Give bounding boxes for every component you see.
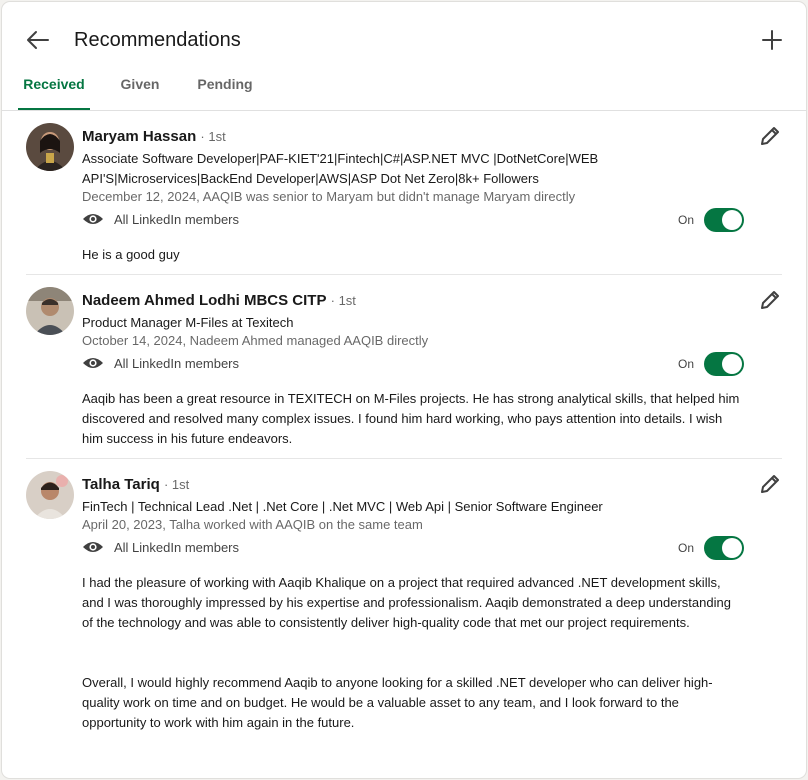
pencil-icon <box>761 127 779 145</box>
avatar[interactable] <box>26 123 74 171</box>
recommender-name[interactable]: Talha Tariq <box>82 476 160 493</box>
pencil-icon <box>761 291 779 309</box>
visibility-label: All LinkedIn members <box>114 211 239 227</box>
recommendation-meta: October 14, 2024, Nadeem Ahmed managed A… <box>82 333 429 348</box>
recommendation-text: He is a good guy <box>82 247 180 262</box>
visibility-setting: All LinkedIn members <box>82 209 239 229</box>
plus-icon <box>762 30 782 50</box>
toggle-label: On <box>678 541 695 555</box>
divider <box>26 458 782 459</box>
connection-degree: · 1st <box>200 129 226 144</box>
recommendation-meta: April 20, 2023, Talha worked with AAQIB … <box>82 517 423 532</box>
tab-bar: Received Given Pending <box>18 72 260 110</box>
recommender-headline: Product Manager M-Files at Texitech <box>82 315 294 330</box>
recommender-name[interactable]: Maryam Hassan <box>82 128 196 145</box>
tab-received[interactable]: Received <box>18 72 90 110</box>
visibility-label: All LinkedIn members <box>114 539 239 555</box>
edit-button[interactable] <box>758 472 782 496</box>
visibility-toggle-group: On <box>678 352 745 376</box>
add-recommendation-button[interactable] <box>758 26 786 54</box>
pencil-icon <box>761 475 779 493</box>
recommender-headline: Associate Software Developer|PAF-KIET'21… <box>82 151 599 186</box>
toggle-label: On <box>678 213 695 227</box>
recommendations-card: Recommendations Received Given Pending M… <box>2 2 806 778</box>
recommendation-meta: December 12, 2024, AAQIB was senior to M… <box>82 189 576 204</box>
visibility-toggle[interactable] <box>704 208 745 232</box>
recommender-name[interactable]: Nadeem Ahmed Lodhi MBCS CITP <box>82 292 326 309</box>
eye-icon <box>83 542 103 552</box>
visibility-toggle[interactable] <box>704 352 745 376</box>
visibility-label: All LinkedIn members <box>114 355 239 371</box>
header: Recommendations <box>2 2 806 78</box>
back-button[interactable] <box>24 26 52 54</box>
avatar[interactable] <box>26 471 74 519</box>
tab-pending[interactable]: Pending <box>190 72 260 102</box>
edit-button[interactable] <box>758 124 782 148</box>
tab-given[interactable]: Given <box>90 72 190 102</box>
visibility-toggle-group: On <box>678 536 745 560</box>
visibility-setting: All LinkedIn members <box>82 353 239 373</box>
arrow-left-icon <box>27 31 49 49</box>
visibility-setting: All LinkedIn members <box>82 537 239 557</box>
toggle-label: On <box>678 357 695 371</box>
eye-icon <box>83 358 103 368</box>
avatar-image <box>26 123 74 171</box>
recommendation-text: I had the pleasure of working with Aaqib… <box>82 575 731 730</box>
toggle-knob <box>722 538 743 558</box>
toggle-knob <box>722 354 743 374</box>
recommendation-text: Aaqib has been a great resource in TEXIT… <box>82 391 740 446</box>
divider <box>26 274 782 275</box>
tabs-divider <box>2 110 806 111</box>
visibility-toggle[interactable] <box>704 536 745 560</box>
toggle-knob <box>722 210 743 230</box>
connection-degree: · 1st <box>163 477 190 492</box>
page-title: Recommendations <box>74 29 241 51</box>
avatar-image <box>26 287 74 335</box>
avatar[interactable] <box>26 287 74 335</box>
edit-button[interactable] <box>758 288 782 312</box>
recommender-headline: FinTech | Technical Lead .Net | .Net Cor… <box>82 499 603 514</box>
avatar-image <box>26 471 74 519</box>
visibility-toggle-group: On <box>678 208 745 232</box>
connection-degree: · 1st <box>330 293 356 308</box>
eye-icon <box>83 214 103 224</box>
